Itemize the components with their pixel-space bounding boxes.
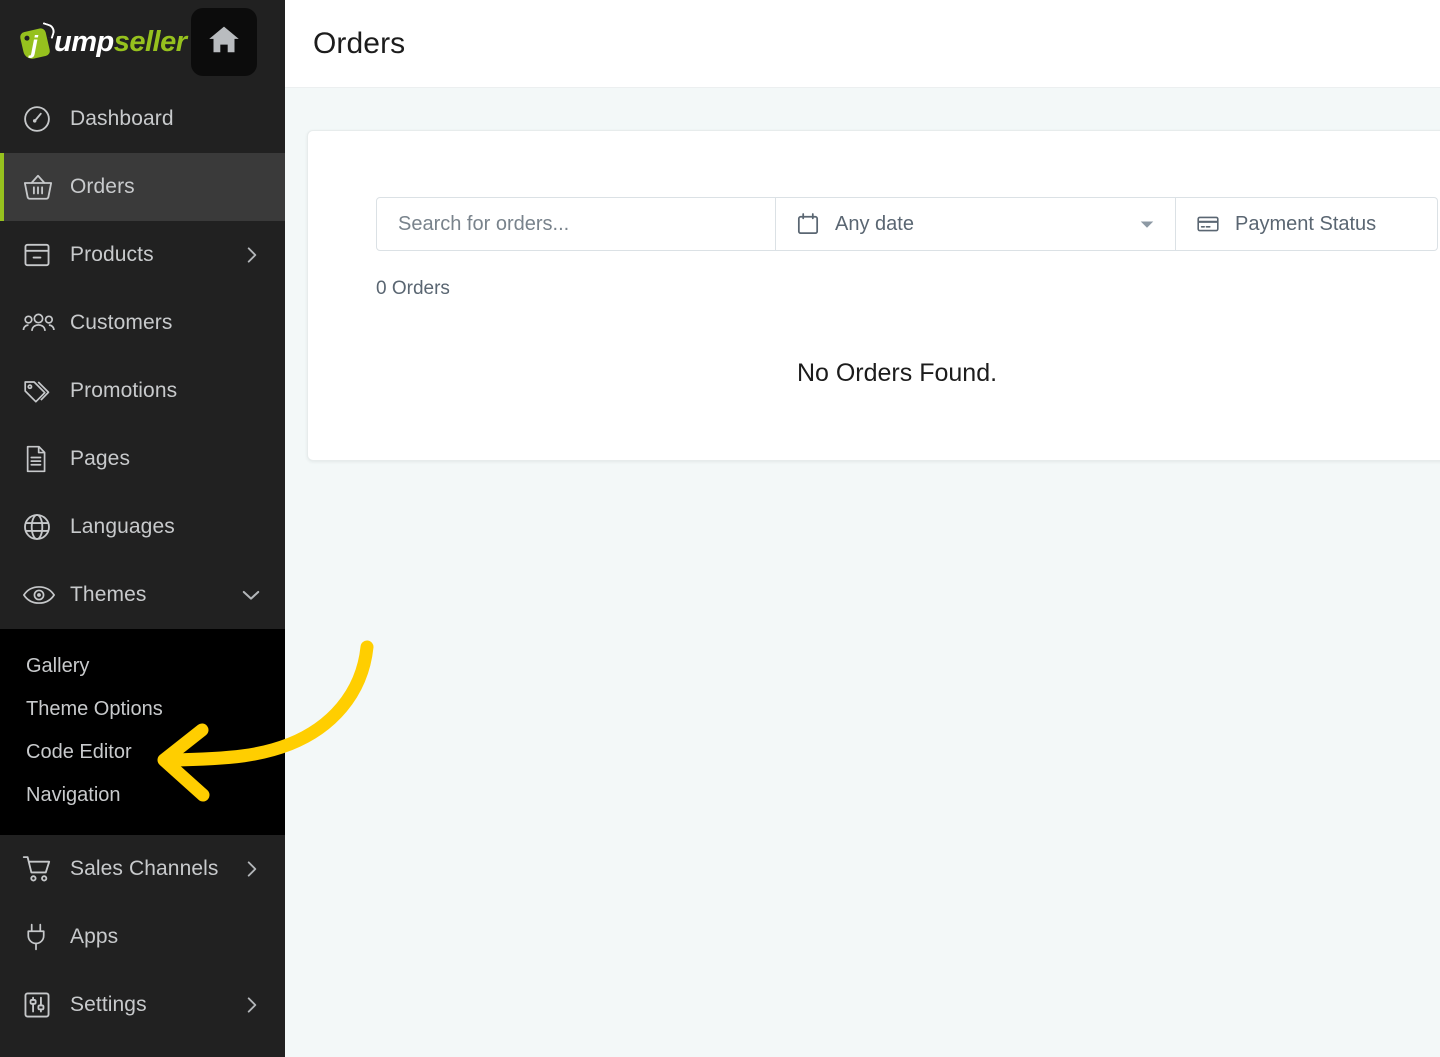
submenu-item-label: Code Editor [26,741,132,763]
sidebar-item-label: Products [70,243,154,266]
sidebar-item-label: Promotions [70,379,178,402]
calendar-icon [796,212,820,236]
app-root: j ump seller Dashboard Orders Products C… [0,0,1440,1057]
payment-status-dropdown[interactable]: Payment Status [1176,197,1438,251]
submenu-item-gallery[interactable]: Gallery [0,645,285,688]
box-icon [22,240,58,270]
chevron-down-icon [239,583,263,607]
eye-icon [22,582,58,608]
plug-icon [22,922,58,952]
globe-icon [22,512,58,542]
jumpseller-logo[interactable]: j ump seller [19,21,187,65]
home-button[interactable] [191,8,257,76]
logo-tag-icon: j [19,21,57,62]
sidebar-item-customers[interactable]: Customers [0,289,285,357]
sidebar-item-label: Languages [70,515,175,538]
sidebar-item-label: Customers [70,311,173,334]
filters-bar: Any date Payment [308,131,1440,251]
sidebar-item-apps[interactable]: Apps [0,903,285,971]
sidebar-item-orders[interactable]: Orders [0,153,285,221]
document-icon [22,444,58,474]
sidebar: j ump seller Dashboard Orders Products C… [0,0,285,1057]
sidebar-nav: Dashboard Orders Products Customers Prom… [0,85,285,1057]
gauge-icon [22,104,58,134]
themes-submenu: Gallery Theme Options Code Editor Naviga… [0,629,285,835]
credit-card-icon [1196,212,1220,236]
sidebar-item-products[interactable]: Products [0,221,285,289]
cart-icon [22,854,58,884]
users-icon [22,309,58,337]
sidebar-item-label: Pages [70,447,131,470]
logo-text-ump: ump [54,26,114,58]
page-title: Orders [313,26,406,60]
submenu-item-code-editor[interactable]: Code Editor [0,731,285,774]
chevron-right-icon [241,244,263,266]
sidebar-item-label: Themes [70,583,147,606]
sidebar-item-settings[interactable]: Settings [0,971,285,1039]
chevron-right-icon [241,994,263,1016]
basket-icon [22,172,58,202]
sidebar-brand-row: j ump seller [0,0,285,85]
sidebar-item-dashboard[interactable]: Dashboard [0,85,285,153]
date-filter-label: Any date [835,212,914,235]
submenu-item-label: Navigation [26,784,121,806]
sidebar-item-label: Apps [70,925,119,948]
submenu-item-theme-options[interactable]: Theme Options [0,688,285,731]
sliders-icon [22,990,58,1020]
chevron-right-icon [241,858,263,880]
page-header: Orders [285,0,1440,88]
sidebar-item-label: Orders [70,175,135,198]
sidebar-item-label: Dashboard [70,107,174,130]
home-icon [207,25,241,60]
submenu-item-label: Theme Options [26,698,163,720]
sidebar-item-themes[interactable]: Themes [0,561,285,629]
payment-status-label: Payment Status [1235,212,1377,235]
sidebar-item-pages[interactable]: Pages [0,425,285,493]
search-input[interactable] [398,212,775,236]
sidebar-item-sales-channels[interactable]: Sales Channels [0,835,285,903]
content-area: Any date Payment [285,88,1440,461]
orders-card: Any date Payment [307,130,1440,461]
sidebar-item-label: Sales Channels [70,857,219,880]
search-field[interactable] [376,197,776,251]
chevron-down-icon [1137,214,1157,234]
order-count: 0 Orders [376,278,450,299]
sidebar-item-promotions[interactable]: Promotions [0,357,285,425]
logo-text-seller: seller [113,26,187,58]
tags-icon [22,377,58,405]
submenu-item-label: Gallery [26,655,90,677]
date-filter-dropdown[interactable]: Any date [776,197,1176,251]
main-content: Orders Any date [285,0,1440,1057]
sidebar-item-label: Settings [70,993,147,1016]
submenu-item-navigation[interactable]: Navigation [0,774,285,817]
empty-state-message: No Orders Found. [796,359,998,387]
logo-j-letter: j [31,30,38,59]
sidebar-item-languages[interactable]: Languages [0,493,285,561]
